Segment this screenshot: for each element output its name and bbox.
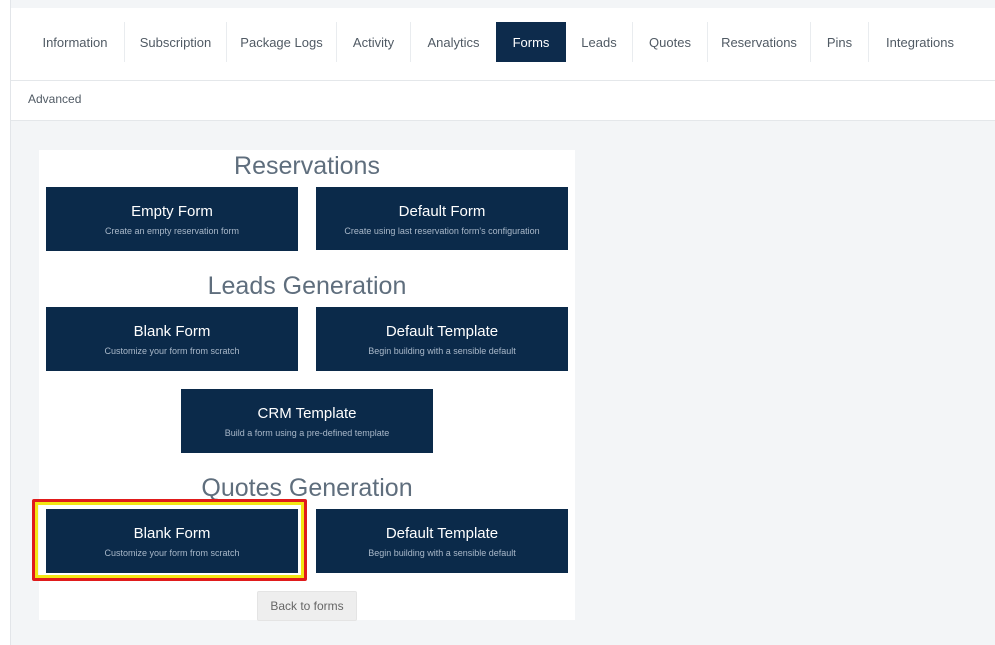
main-tab-bar: Information Subscription Package Logs Ac…	[11, 8, 995, 81]
card-subtitle: Begin building with a sensible default	[368, 548, 516, 558]
card-subtitle: Create using last reservation form's con…	[344, 226, 540, 236]
reservations-default-form-button[interactable]: Default Form Create using last reservati…	[316, 187, 568, 250]
leads-crm-template-button[interactable]: CRM Template Build a form using a pre-de…	[181, 389, 433, 453]
card-subtitle: Customize your form from scratch	[104, 346, 240, 356]
reservations-empty-form-button[interactable]: Empty Form Create an empty reservation f…	[46, 187, 298, 251]
leads-default-template-button[interactable]: Default Template Begin building with a s…	[316, 307, 568, 371]
card-title: CRM Template	[257, 405, 357, 422]
card-title: Blank Form	[133, 525, 211, 542]
top-strip	[11, 0, 995, 8]
reservations-section-title: Reservations	[234, 152, 380, 180]
form-type-panel: Reservations Empty Form Create an empty …	[39, 150, 575, 620]
card-title: Default Template	[385, 525, 499, 542]
tab-subscription[interactable]: Subscription	[125, 22, 227, 62]
subnav-advanced[interactable]: Advanced	[28, 92, 81, 106]
leads-section-title: Leads Generation	[207, 272, 407, 300]
tab-information[interactable]: Information	[26, 22, 125, 62]
card-title: Blank Form	[133, 323, 211, 340]
card-title: Empty Form	[131, 203, 213, 220]
left-gutter	[0, 0, 11, 645]
quotes-section-title: Quotes Generation	[201, 474, 413, 502]
card-subtitle: Customize your form from scratch	[104, 548, 240, 558]
back-to-forms-button[interactable]: Back to forms	[257, 591, 357, 621]
tab-activity[interactable]: Activity	[337, 22, 411, 62]
card-subtitle: Build a form using a pre-defined templat…	[224, 428, 390, 438]
quotes-default-template-button[interactable]: Default Template Begin building with a s…	[316, 509, 568, 573]
leads-blank-form-button[interactable]: Blank Form Customize your form from scra…	[46, 307, 298, 371]
quotes-blank-form-button[interactable]: Blank Form Customize your form from scra…	[46, 509, 298, 573]
card-subtitle: Create an empty reservation form	[104, 226, 240, 236]
tab-reservations[interactable]: Reservations	[708, 22, 811, 62]
card-title: Default Template	[385, 323, 499, 340]
tab-forms[interactable]: Forms	[496, 22, 566, 62]
tab-pins[interactable]: Pins	[811, 22, 869, 62]
card-title: Default Form	[398, 203, 486, 220]
tab-leads[interactable]: Leads	[566, 22, 633, 62]
tab-package-logs[interactable]: Package Logs	[227, 22, 337, 62]
card-subtitle: Begin building with a sensible default	[368, 346, 516, 356]
sub-nav-bar: Advanced	[11, 81, 995, 121]
tab-analytics[interactable]: Analytics	[411, 22, 496, 62]
tab-integrations[interactable]: Integrations	[869, 22, 971, 62]
tab-quotes[interactable]: Quotes	[633, 22, 708, 62]
